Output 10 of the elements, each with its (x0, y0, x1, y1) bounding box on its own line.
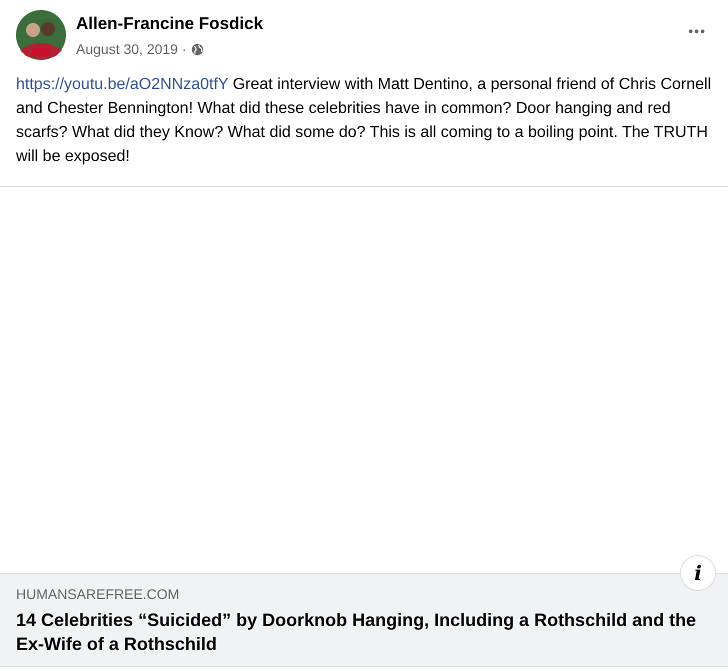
post-date[interactable]: August 30, 2019 · (76, 39, 187, 60)
preview-domain: HUMANSAREFREE.COM (16, 585, 180, 604)
video-link[interactable]: https://youtu.be/aO2NNza0tfY (16, 76, 228, 93)
author-name[interactable]: Allen-Francine Fosdick (76, 13, 264, 35)
more-options-button[interactable]: ••• (688, 24, 706, 38)
globe-icon (190, 43, 204, 56)
info-button[interactable]: i (680, 555, 716, 591)
post-message: https://youtu.be/aO2NNza0tfY Great interview with Matt Dentino, a personal friend of Chris Cornell and Chester Bennington! What did these celebrities have in common? Door hanging and red scarfs? What did they Know? What did some do? This is all coming to a boiling point. The TRUTH will be exposed! (0, 60, 728, 187)
avatar[interactable] (16, 10, 66, 60)
preview-title: 14 Celebrities “Suicided” by Doorknob Hanging, Including a Rothschild and the Ex-Wife of a Rothschild (16, 609, 698, 656)
